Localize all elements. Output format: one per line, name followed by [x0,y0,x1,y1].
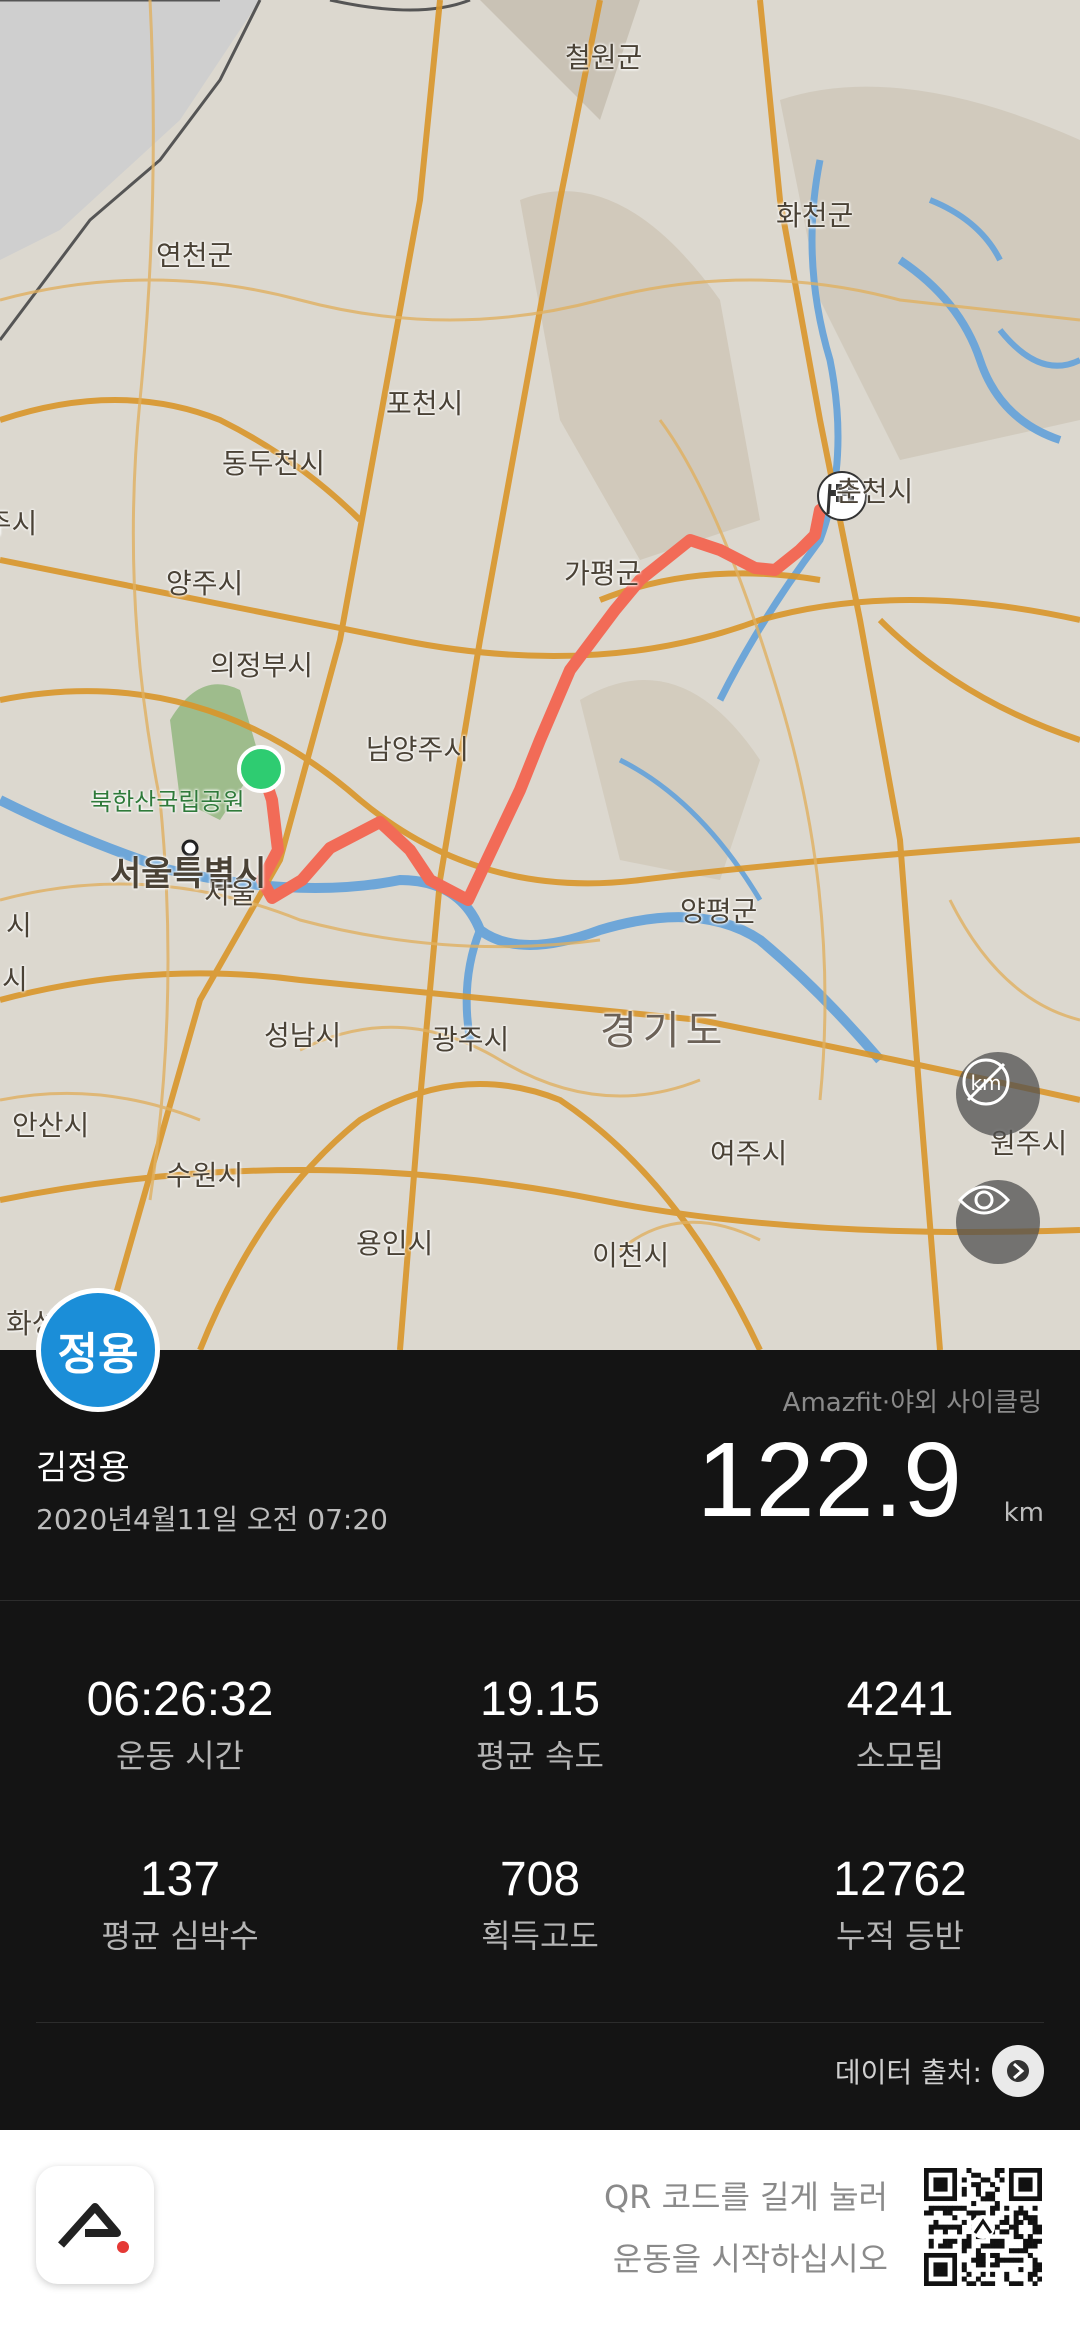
stat-label: 획득고도 [481,1917,599,1955]
distance-unit: km [1003,1498,1044,1528]
map-label-ansan: 안산시 [12,1109,90,1142]
stat-avg-heart-rate: 137 평균 심박수 [0,1852,360,1957]
activity-summary-panel: 김정용 2020년4월11일 오전 07:20 Amazfit·야외 사이클링 … [0,1350,1080,2130]
route-line [256,494,841,906]
stat-value: 137 [139,1853,221,1906]
stat-label: 평균 심박수 [101,1917,259,1955]
qr-instruction-line-2: 운동을 시작하십시오 [612,2240,888,2278]
map-label-suwon: 수원시 [166,1159,244,1192]
distance-marker-toggle-button[interactable]: km [956,1052,1040,1136]
stat-label: 소모됨 [855,1737,945,1775]
eye-icon [957,1185,1011,1215]
map-label-yongin: 용인시 [356,1227,434,1260]
map-label-hwacheon: 화천군 [776,199,854,232]
map-label-partial-left-2: 시 [2,963,28,996]
user-name: 김정용 [36,1448,130,1488]
map-canvas [0,0,1080,1350]
stat-value: 4241 [846,1673,954,1726]
map-label-bukhansan: 북한산국립공원 [90,788,245,816]
map-label-icheon: 이천시 [592,1239,670,1272]
visibility-toggle-button[interactable] [956,1180,1040,1264]
map-label-dongducheon: 동두천시 [222,447,326,480]
qr-instruction-line-1: QR 코드를 길게 눌러 [603,2178,888,2216]
stat-value: 12762 [833,1853,967,1906]
map-label-namyangju: 남양주시 [366,733,470,766]
stat-elevation-gain: 708 획득고도 [360,1852,720,1957]
km-off-icon: km [962,1058,1010,1106]
map-label-yangju: 양주시 [166,567,244,600]
distance-value: 122.9 [696,1421,962,1539]
avatar[interactable]: 정용 [36,1288,160,1412]
map-label-yeoju: 여주시 [710,1137,788,1170]
map-label-partial-left-1: 시 [6,909,32,942]
divider [36,2022,1044,2023]
stat-label: 평균 속도 [476,1737,604,1775]
activity-type: Amazfit·야외 사이클링 [782,1388,1042,1418]
map-label-chuncheon: 춘천시 [836,475,914,508]
stat-avg-speed: 19.15 평균 속도 [360,1672,720,1777]
activity-datetime: 2020년4월11일 오전 07:20 [36,1503,388,1536]
app-logo-icon [36,2166,154,2284]
qr-code-image [924,2168,1043,2287]
data-source: 데이터 출처: [835,2045,1044,2097]
stat-cumulative-climb: 12762 누적 등반 [720,1852,1080,1957]
map-label-pocheon: 포천시 [386,387,464,420]
divider [0,1600,1080,1601]
map-label-gyeonggi: 경기도 [600,1008,729,1054]
map-label-paju: 파주시 [0,507,38,540]
map-label-seoul: 서울 [204,877,256,910]
stat-calories: 4241 소모됨 [720,1672,1080,1777]
start-marker [237,745,285,793]
data-source-label: 데이터 출처: [834,2056,982,2089]
share-footer: QR 코드를 길게 눌러 운동을 시작하십시오 [0,2130,1080,2325]
stat-duration: 06:26:32 운동 시간 [0,1672,360,1777]
map-label-uijeongbu: 의정부시 [210,649,314,682]
map-label-yangpyeong: 양평군 [680,895,758,928]
qr-code[interactable] [924,2168,1043,2287]
map-label-yeoncheon: 연천군 [156,239,234,272]
route-map[interactable]: 철원군 화천군 연천군 포천시 동두천시 파주시 양주시 의정부시 가평군 춘천… [0,0,1080,1350]
map-label-seongnam: 성남시 [264,1019,342,1052]
data-source-app-icon [992,2045,1044,2097]
stat-label: 운동 시간 [116,1737,244,1775]
stat-value: 19.15 [479,1673,601,1726]
stat-value: 708 [499,1853,581,1906]
map-label-gapyeong: 가평군 [564,557,642,590]
map-label-cheorwon: 철원군 [565,41,643,74]
map-label-gwangju: 광주시 [432,1023,510,1056]
stat-value: 06:26:32 [86,1673,274,1726]
stat-label: 누적 등반 [836,1917,964,1955]
